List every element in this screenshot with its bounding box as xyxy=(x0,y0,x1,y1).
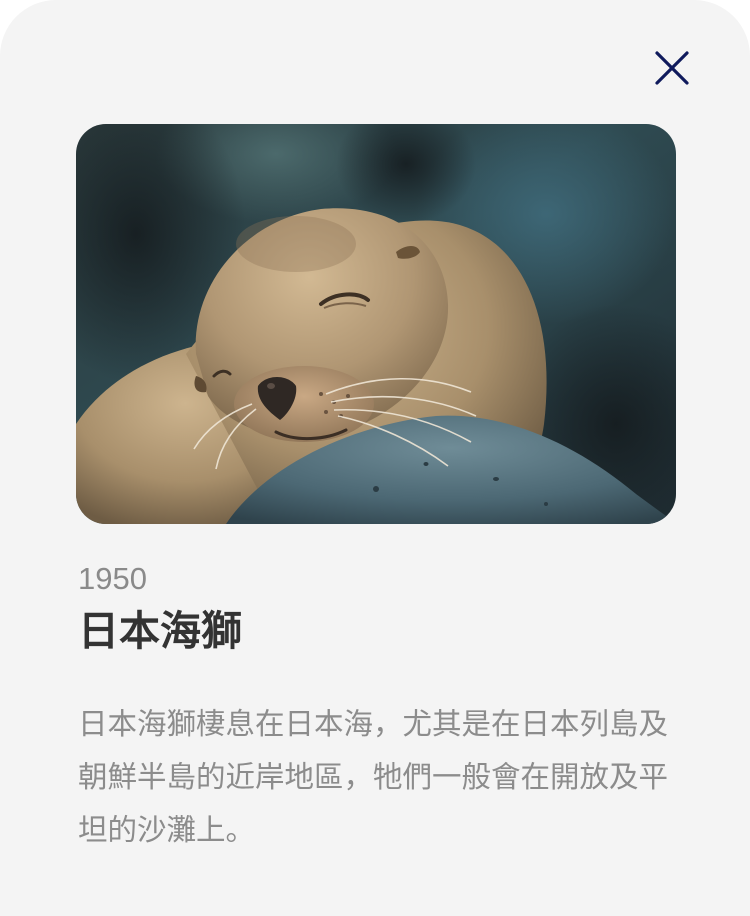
sea-lion-photo xyxy=(76,124,676,524)
animal-description: 日本海獅棲息在日本海，尤其是在日本列島及朝鮮半島的近岸地區，牠們一般會在開放及平… xyxy=(78,707,669,847)
close-icon xyxy=(655,51,689,85)
animal-title: 日本海獅 xyxy=(78,607,242,655)
close-button[interactable] xyxy=(648,46,696,90)
year-label: 1950 xyxy=(78,561,147,596)
detail-sheet: 1950 日本海獅 日本海獅棲息在日本海，尤其是在日本列島及朝鮮半島的近岸地區，… xyxy=(0,0,750,916)
